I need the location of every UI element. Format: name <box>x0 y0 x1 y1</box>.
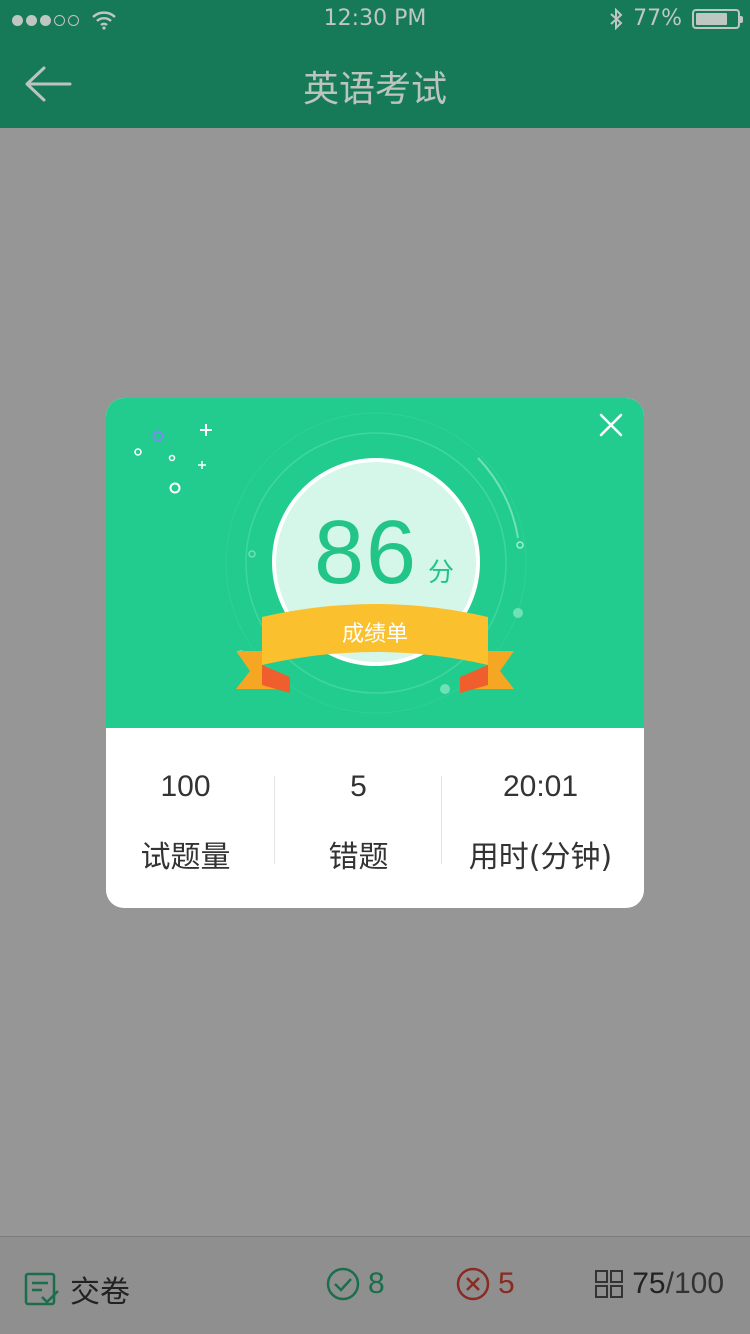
question-progress[interactable]: 75/100 <box>594 1267 724 1301</box>
stat-value: 20:01 <box>502 770 579 803</box>
bottom-bar: 交卷 8 5 75/100 <box>0 1236 750 1334</box>
battery-level <box>696 12 727 25</box>
stat-label: 试题量 <box>140 840 231 875</box>
stat-label: 用时(分钟) <box>468 840 613 875</box>
result-dialog: 86 分 成绩单 100 试题量 5 错题 20:01 用时(分钟) <box>106 398 644 908</box>
status-bar: 12:30 PM 77% <box>0 0 750 40</box>
submit-label: 交卷 <box>70 1275 130 1310</box>
stat-label: 错题 <box>328 840 389 875</box>
close-icon[interactable] <box>598 412 624 438</box>
stat-time-used: 20:01 用时(分钟) <box>461 728 640 908</box>
ribbon-label: 成绩单 <box>341 622 408 647</box>
stats-row: 100 试题量 5 错题 20:01 用时(分钟) <box>106 728 644 908</box>
progress-current: 75 <box>632 1267 666 1300</box>
stat-question-count: 100 试题量 <box>106 728 285 908</box>
status-right: 77% <box>609 6 743 31</box>
stat-value: 5 <box>350 770 367 803</box>
progress-total: /100 <box>665 1267 724 1300</box>
score-header: 86 分 成绩单 <box>106 398 644 728</box>
bluetooth-icon <box>610 7 623 30</box>
wrong-count: 5 <box>498 1267 515 1300</box>
submit-button[interactable]: 交卷 <box>24 1267 130 1311</box>
score-value: 86 <box>314 503 419 603</box>
page-title: 英语考试 <box>302 69 447 110</box>
stat-value: 100 <box>160 770 211 803</box>
x-circle-icon <box>456 1267 490 1301</box>
stat-wrong-count: 5 错题 <box>274 728 453 908</box>
submit-sheet-icon <box>24 1272 59 1306</box>
grid-icon <box>595 1270 624 1298</box>
check-circle-icon <box>326 1267 360 1301</box>
correct-count: 8 <box>368 1267 385 1300</box>
score-unit: 分 <box>428 558 455 588</box>
battery-icon <box>692 8 743 29</box>
wrong-counter[interactable]: 5 <box>456 1267 515 1301</box>
battery-percent: 77% <box>633 6 682 31</box>
correct-counter[interactable]: 8 <box>326 1267 385 1301</box>
nav-bar: 英语考试 <box>0 40 750 128</box>
